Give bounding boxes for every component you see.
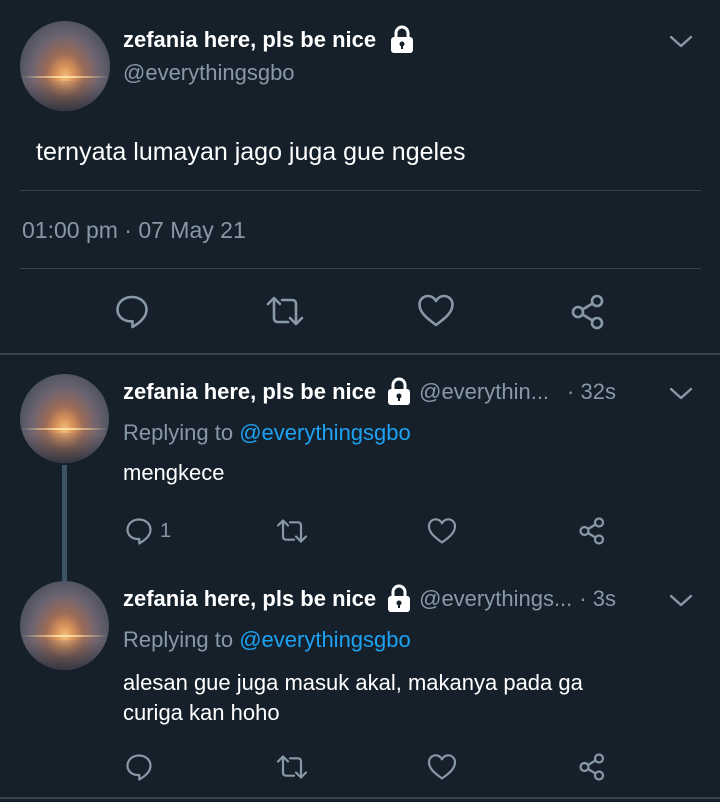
lock-icon xyxy=(385,584,413,614)
like-icon xyxy=(427,754,457,780)
display-name[interactable]: zefania here, pls be nice xyxy=(123,586,376,612)
reply-count: 1 xyxy=(160,519,172,542)
avatar[interactable] xyxy=(20,374,109,463)
tweet-age: · 32s xyxy=(567,379,616,404)
chevron-down-icon[interactable] xyxy=(668,34,694,50)
replying-to-label: Replying to xyxy=(123,420,234,445)
tweet-text: mengkece xyxy=(123,460,225,485)
author-name-row: zefania here, pls be nice xyxy=(123,24,416,56)
reply-button[interactable] xyxy=(113,292,151,330)
share-icon xyxy=(579,753,605,781)
replying-to: Replying to @everythingsgbo xyxy=(123,420,411,446)
author-handle[interactable]: @everythings... xyxy=(419,586,572,612)
divider xyxy=(20,190,701,191)
reply-header: zefania here, pls be nice @everythin... … xyxy=(123,376,663,408)
author-handle[interactable]: @everythingsgbo xyxy=(123,60,295,86)
share-button[interactable] xyxy=(569,292,609,332)
tweet-text: alesan gue juga masuk akal, makanya pada… xyxy=(123,668,583,728)
lock-icon xyxy=(385,377,413,407)
reply-icon xyxy=(116,295,148,329)
reply-button[interactable]: 1 xyxy=(124,516,171,546)
replying-to-handle[interactable]: @everythingsgbo xyxy=(239,420,411,445)
lock-icon xyxy=(388,25,416,55)
tweet-text-line: curiga kan hoho xyxy=(123,700,280,725)
reply-icon xyxy=(126,518,152,545)
tweet-text: ternyata lumayan jago juga gue ngeles xyxy=(36,138,466,166)
like-button[interactable] xyxy=(426,752,458,782)
reply-icon xyxy=(126,754,152,781)
chevron-down-icon[interactable] xyxy=(668,593,694,609)
retweet-button[interactable] xyxy=(275,516,309,546)
display-name[interactable]: zefania here, pls be nice xyxy=(123,27,376,53)
display-name[interactable]: zefania here, pls be nice xyxy=(123,379,376,405)
like-icon xyxy=(418,294,454,327)
reply-header: zefania here, pls be nice @everythings..… xyxy=(123,583,663,615)
thread-line xyxy=(62,465,67,581)
like-icon xyxy=(427,518,457,544)
share-icon xyxy=(571,294,604,330)
avatar[interactable] xyxy=(20,581,109,670)
retweet-icon xyxy=(276,519,308,543)
like-button[interactable] xyxy=(426,516,458,546)
tweet-timestamp: 01:00 pm · 07 May 21 xyxy=(22,217,246,243)
bottom-divider xyxy=(0,797,720,799)
retweet-icon xyxy=(276,755,308,779)
avatar[interactable] xyxy=(20,21,110,111)
like-button[interactable] xyxy=(416,292,456,330)
author-handle[interactable]: @everythin... xyxy=(419,379,549,405)
replying-to-handle[interactable]: @everythingsgbo xyxy=(239,627,411,652)
share-icon xyxy=(579,517,605,545)
retweet-button[interactable] xyxy=(264,292,306,330)
retweet-button[interactable] xyxy=(275,752,309,782)
divider xyxy=(20,268,701,269)
replying-to-label: Replying to xyxy=(123,627,234,652)
reply-button[interactable] xyxy=(124,752,154,782)
share-button[interactable] xyxy=(577,751,609,783)
section-divider xyxy=(0,353,720,355)
replying-to: Replying to @everythingsgbo xyxy=(123,627,411,653)
share-button[interactable] xyxy=(577,515,609,547)
chevron-down-icon[interactable] xyxy=(668,386,694,402)
tweet-age: · 3s xyxy=(579,586,616,611)
tweet-text-line: alesan gue juga masuk akal, makanya pada… xyxy=(123,670,583,695)
retweet-icon xyxy=(266,296,304,326)
